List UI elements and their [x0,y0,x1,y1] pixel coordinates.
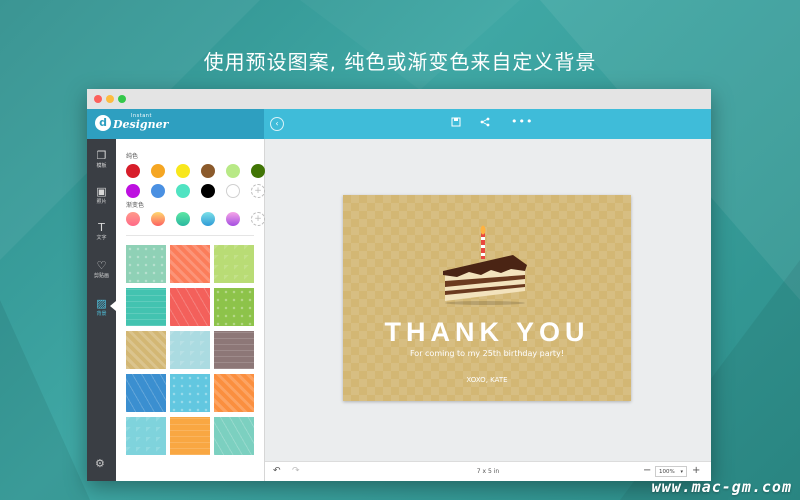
pattern-tile[interactable] [170,245,210,283]
pattern-tile[interactable] [214,417,254,455]
back-button[interactable]: ‹ [270,117,284,131]
rail-item-clipart[interactable]: ♡ 剪贴画 [87,259,116,279]
solid-color-swatch[interactable] [226,164,240,178]
pattern-tile[interactable] [214,288,254,326]
solid-color-swatch[interactable] [126,184,140,198]
pattern-tile[interactable] [170,374,210,412]
heart-icon: ♡ [96,259,107,272]
zoom-window-button[interactable] [118,95,126,103]
rail-item-template[interactable]: ❐ 模板 [87,149,116,169]
solid-color-swatch[interactable] [151,164,165,178]
logo-brand: Designer [113,118,169,131]
app-window: d Instant Designer ‹ ••• ❐ 模板 ▣ 照片 T 文字 … [87,89,711,481]
birthday-cake-icon[interactable] [441,225,533,305]
rail-label: 模板 [96,163,107,169]
card-subtitle[interactable]: For coming to my 25th birthday party! [343,349,631,358]
solid-color-swatch[interactable] [176,164,190,178]
rail-item-photo[interactable]: ▣ 照片 [87,185,116,205]
pattern-tile[interactable] [126,245,166,283]
gradient-swatch[interactable] [126,212,140,226]
logo-mark: d [95,115,111,131]
card-title[interactable]: THANK YOU [343,317,631,348]
minimize-window-button[interactable] [106,95,114,103]
gradient-swatch[interactable] [226,212,240,226]
canvas-area: THANK YOU For coming to my 25th birthday… [265,139,711,461]
rail-label: 照片 [96,199,107,205]
logo: d Instant Designer [87,109,264,139]
add-gradient-button[interactable]: + [251,212,265,226]
share-icon[interactable] [480,117,490,130]
arrow-left-icon: ‹ [275,119,279,128]
pattern-tile[interactable] [126,417,166,455]
pattern-tile[interactable] [170,288,210,326]
rail-label: 文字 [96,235,107,241]
template-icon: ❐ [96,149,107,162]
solid-colors-label: 纯色 [126,153,139,160]
bottom-bar: ↶ ↷ 7 x 5 in − 100% ▾ + [265,461,711,481]
add-color-button[interactable]: + [251,184,265,198]
gradient-swatch[interactable] [176,212,190,226]
photo-icon: ▣ [96,185,107,198]
close-window-button[interactable] [94,95,102,103]
solid-color-swatch[interactable] [151,184,165,198]
text-icon: T [98,221,105,234]
zoom-in-button[interactable]: + [692,465,700,476]
solid-color-swatch[interactable] [251,164,265,178]
window-titlebar[interactable] [87,89,711,110]
card-signature[interactable]: XOXO, KATE [343,376,631,384]
save-icon[interactable] [451,117,461,130]
gradient-colors-label: 渐变色 [126,202,145,209]
zoom-out-button[interactable]: − [643,465,651,476]
solid-color-swatch[interactable] [226,184,240,198]
pattern-tile[interactable] [170,331,210,369]
pattern-tile[interactable] [170,417,210,455]
chevron-down-icon: ▾ [680,469,683,475]
solid-color-swatch[interactable] [201,164,215,178]
pattern-tile[interactable] [214,374,254,412]
greeting-card[interactable]: THANK YOU For coming to my 25th birthday… [343,195,631,401]
solid-color-swatch[interactable] [201,184,215,198]
gradient-swatch[interactable] [201,212,215,226]
more-icon[interactable]: ••• [511,115,533,128]
watermark: www.mac-gm.com [651,478,792,496]
rail-label: 背景 [96,311,107,317]
solid-color-swatch[interactable] [176,184,190,198]
toolbar: d Instant Designer ‹ ••• [87,109,711,139]
zoom-select[interactable]: 100% ▾ [655,466,687,477]
zoom-value: 100% [659,469,675,475]
headline: 使用预设图案, 纯色或渐变色来自定义背景 [203,50,597,74]
background-panel: 纯色 + 渐变色 + [116,139,265,481]
gear-icon[interactable]: ⚙ [95,457,105,470]
gradient-swatch[interactable] [151,212,165,226]
panel-divider [126,235,254,236]
pattern-tile[interactable] [214,245,254,283]
pattern-tile[interactable] [126,331,166,369]
pattern-tile[interactable] [214,331,254,369]
pattern-tile[interactable] [126,288,166,326]
rail-item-text[interactable]: T 文字 [87,221,116,241]
solid-color-swatch[interactable] [126,164,140,178]
rail-label: 剪贴画 [93,273,109,279]
pattern-tile[interactable] [126,374,166,412]
